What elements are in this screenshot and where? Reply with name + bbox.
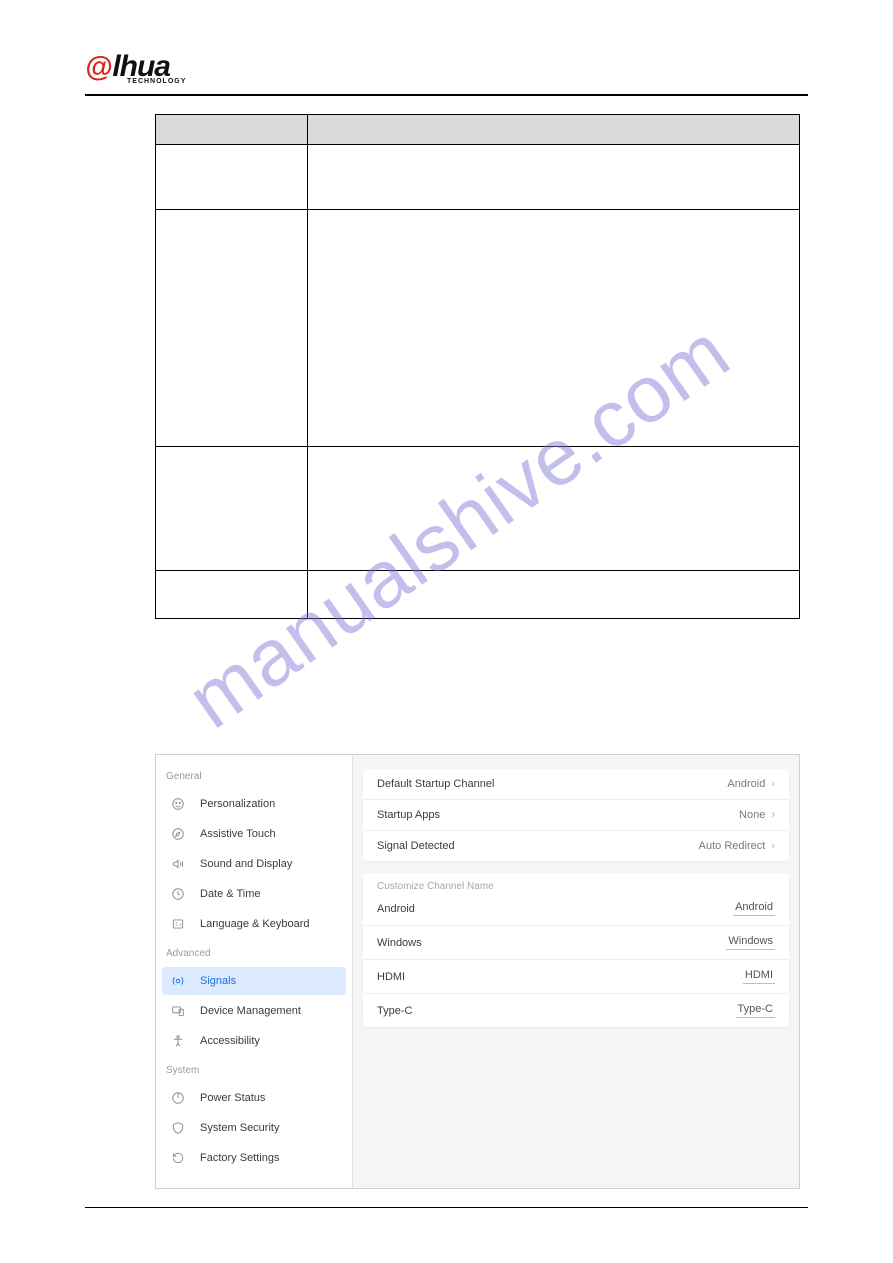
startup-group: Default Startup Channel Android › Startu…	[363, 769, 789, 861]
svg-text:A: A	[179, 922, 182, 927]
sidebar-item-signals[interactable]: Signals	[162, 967, 346, 995]
sidebar-item-label: Assistive Touch	[200, 828, 276, 840]
sidebar-item-label: Sound and Display	[200, 858, 292, 870]
signal-icon	[170, 973, 186, 989]
row-default-startup-channel[interactable]: Default Startup Channel Android ›	[363, 769, 789, 800]
sidebar-item-assistive-touch[interactable]: Assistive Touch	[162, 820, 346, 848]
row-label: HDMI	[377, 971, 405, 983]
sidebar-item-label: Power Status	[200, 1092, 265, 1104]
table-header-row	[156, 115, 800, 145]
chevron-right-icon: ›	[771, 840, 775, 852]
channel-name-input[interactable]: Windows	[726, 935, 775, 950]
sidebar-item-system-security[interactable]: System Security	[162, 1114, 346, 1142]
sidebar-item-label: System Security	[200, 1122, 279, 1134]
sidebar-item-label: Language & Keyboard	[200, 918, 309, 930]
table-row	[156, 571, 800, 619]
channel-name-group: Customize Channel Name Android Android W…	[363, 873, 789, 1027]
sidebar-item-factory-settings[interactable]: Factory Settings	[162, 1144, 346, 1172]
sidebar-item-label: Factory Settings	[200, 1152, 279, 1164]
logo-at: @	[85, 51, 112, 82]
table-row	[156, 210, 800, 447]
sidebar-item-label: Date & Time	[200, 888, 261, 900]
sidebar-item-personalization[interactable]: Personalization	[162, 790, 346, 818]
sidebar-item-power-status[interactable]: Power Status	[162, 1084, 346, 1112]
row-channel-android[interactable]: Android Android	[363, 892, 789, 926]
row-value: Auto Redirect	[699, 840, 766, 852]
accessibility-icon	[170, 1033, 186, 1049]
sidebar-item-date-time[interactable]: Date & Time	[162, 880, 346, 908]
row-value: None	[739, 809, 765, 821]
device-icon	[170, 1003, 186, 1019]
row-signal-detected[interactable]: Signal Detected Auto Redirect ›	[363, 831, 789, 861]
header-rule	[85, 94, 808, 96]
row-label: Android	[377, 903, 415, 915]
sidebar-item-label: Signals	[200, 975, 236, 987]
sidebar-item-device-management[interactable]: Device Management	[162, 997, 346, 1025]
channel-name-input[interactable]: HDMI	[743, 969, 775, 984]
channel-name-input[interactable]: Android	[733, 901, 775, 916]
sidebar-item-sound-display[interactable]: Sound and Display	[162, 850, 346, 878]
shield-icon	[170, 1120, 186, 1136]
row-label: Startup Apps	[377, 809, 440, 821]
reset-icon	[170, 1150, 186, 1166]
row-label: Type-C	[377, 1005, 412, 1017]
footer-rule	[85, 1207, 808, 1208]
table-row	[156, 145, 800, 210]
chevron-right-icon: ›	[771, 778, 775, 790]
row-value: Android	[727, 778, 765, 790]
sidebar-item-label: Personalization	[200, 798, 275, 810]
clock-icon	[170, 886, 186, 902]
table-row	[156, 447, 800, 571]
sidebar-item-label: Device Management	[200, 1005, 301, 1017]
sidebar: General Personalization Assistive Touch …	[156, 755, 353, 1188]
group-caption: Customize Channel Name	[363, 873, 789, 892]
row-startup-apps[interactable]: Startup Apps None ›	[363, 800, 789, 831]
sound-icon	[170, 856, 186, 872]
compass-icon	[170, 826, 186, 842]
channel-name-input[interactable]: Type-C	[736, 1003, 775, 1018]
settings-window: General Personalization Assistive Touch …	[155, 754, 800, 1189]
sidebar-item-label: Accessibility	[200, 1035, 260, 1047]
row-channel-type-c[interactable]: Type-C Type-C	[363, 994, 789, 1027]
col-description	[308, 115, 800, 145]
parameter-table	[155, 114, 800, 619]
row-channel-hdmi[interactable]: HDMI HDMI	[363, 960, 789, 994]
sidebar-item-accessibility[interactable]: Accessibility	[162, 1027, 346, 1055]
row-channel-windows[interactable]: Windows Windows	[363, 926, 789, 960]
sidebar-section-system: System	[156, 1057, 352, 1082]
smiley-icon	[170, 796, 186, 812]
row-label: Signal Detected	[377, 840, 455, 852]
row-label: Default Startup Channel	[377, 778, 494, 790]
power-icon	[170, 1090, 186, 1106]
sidebar-section-advanced: Advanced	[156, 940, 352, 965]
sidebar-section-general: General	[156, 763, 352, 788]
row-label: Windows	[377, 937, 422, 949]
sidebar-item-language-keyboard[interactable]: A Language & Keyboard	[162, 910, 346, 938]
chevron-right-icon: ›	[771, 809, 775, 821]
settings-panel: Default Startup Channel Android › Startu…	[353, 755, 799, 1188]
language-icon: A	[170, 916, 186, 932]
brand-logo: @lhua TECHNOLOGY	[85, 50, 808, 88]
logo-tech: TECHNOLOGY	[127, 78, 186, 85]
col-parameter	[156, 115, 308, 145]
